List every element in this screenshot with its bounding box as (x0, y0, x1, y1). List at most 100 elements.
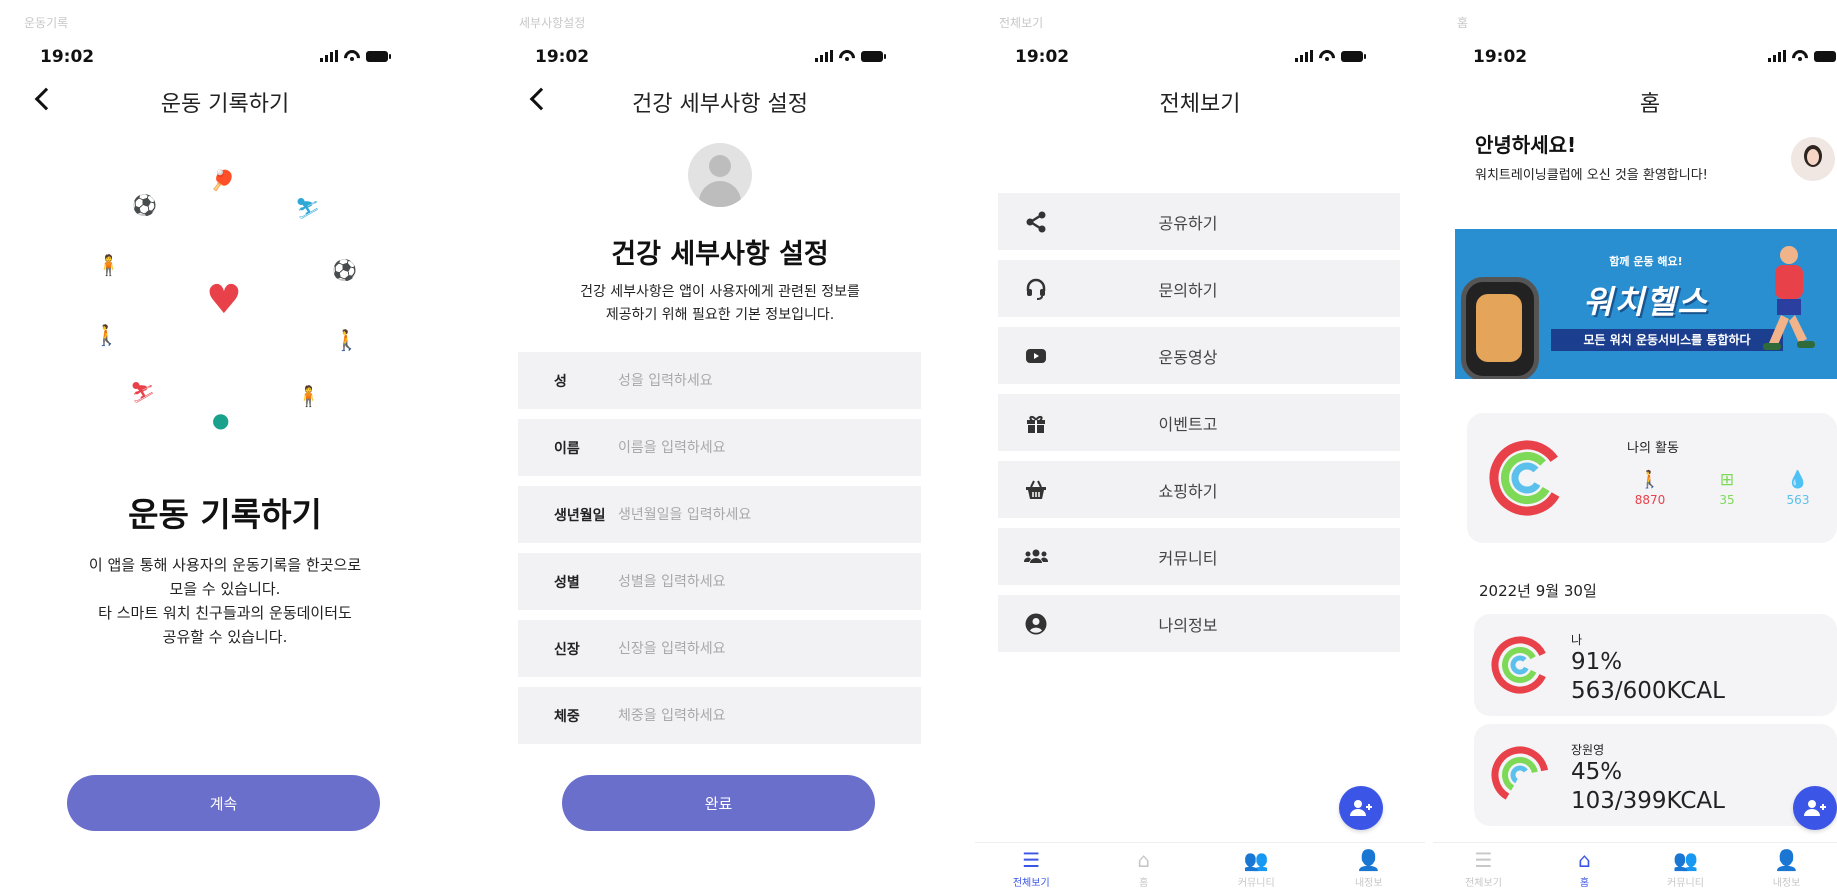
form-row-gender: 성별 (518, 553, 921, 610)
tab-community[interactable]: 👥 커뮤니티 (1200, 843, 1313, 896)
nav-title: 운동 기록하기 (160, 92, 290, 117)
gender-input[interactable] (618, 573, 878, 590)
wifi-icon (839, 50, 855, 62)
tab-label: 내정보 (1354, 878, 1383, 889)
first-name-input[interactable] (618, 439, 878, 456)
status-icons (815, 50, 886, 62)
tab-my-info[interactable]: 👤 내정보 (1736, 843, 1837, 896)
wifi-icon (344, 50, 360, 62)
add-friend-button[interactable] (1793, 786, 1837, 830)
person-icon: 🧍 (96, 253, 121, 277)
friend-info: 장원영 45% 103/399KCAL (1571, 741, 1725, 816)
description-line: 제공하기 위해 필요한 기본 정보입니다. (605, 307, 835, 323)
menu-item-share[interactable]: 공유하기 (998, 193, 1400, 250)
status-icons (1768, 50, 1836, 62)
frame-label: 운동기록 (24, 16, 69, 30)
tab-community[interactable]: 👥 커뮤니티 (1635, 843, 1736, 896)
screen-view-all: 전체보기 19:02 전체보기 공유하기 문의하기 운동영상 이벤트고 쇼핑하기 (975, 0, 1425, 896)
water-value: 563 (1786, 493, 1810, 507)
tab-label: 홈 (1139, 878, 1149, 889)
height-input[interactable] (618, 640, 878, 657)
basket-icon (1006, 478, 1066, 502)
tab-home[interactable]: ⌂ 홈 (1088, 843, 1201, 896)
form-row-birthdate: 생년월일 (518, 486, 921, 543)
signal-icon (815, 50, 833, 62)
menu-icon: ☰ (1022, 848, 1041, 872)
menu-item-my-info[interactable]: 나의정보 (998, 595, 1400, 652)
friend-rings (1491, 746, 1549, 804)
nav-title: 건강 세부사항 설정 (632, 92, 808, 117)
user-icon: 👤 (1356, 848, 1382, 872)
status-time: 19:02 (1473, 47, 1528, 67)
menu-item-community[interactable]: 커뮤니티 (998, 528, 1400, 585)
tab-view-all[interactable]: ☰ 전체보기 (1433, 843, 1534, 896)
add-friend-button[interactable] (1339, 786, 1383, 830)
menu-item-shopping[interactable]: 쇼핑하기 (998, 461, 1400, 518)
users-icon: 👥 (1243, 848, 1269, 872)
user-circle-icon (1006, 612, 1066, 636)
form-row-first-name: 이름 (518, 419, 921, 476)
menu-icon: ☰ (1474, 848, 1493, 872)
activity-title: 나의 활동 (1627, 441, 1679, 456)
birthdate-input[interactable] (618, 506, 878, 523)
field-label: 성별 (554, 574, 580, 591)
skiing-icon: ⛷ (130, 380, 156, 404)
tab-view-all[interactable]: ☰ 전체보기 (975, 843, 1088, 896)
status-icons (1295, 50, 1366, 62)
tab-label: 홈 (1579, 878, 1590, 889)
form-row-last-name: 성 (518, 352, 921, 409)
menu-item-label: 이벤트고 (1158, 414, 1218, 434)
friend-kcal: 103/399KCAL (1571, 788, 1725, 814)
field-label: 체중 (554, 708, 580, 725)
signal-icon (1768, 50, 1786, 62)
last-name-input[interactable] (618, 372, 878, 389)
form-row-height: 신장 (518, 620, 921, 677)
tab-home[interactable]: ⌂ 홈 (1534, 843, 1635, 896)
continue-button[interactable]: 계속 (67, 775, 380, 831)
menu-item-inquiry[interactable]: 문의하기 (998, 260, 1400, 317)
sports-icons-orbit: 🏓 ⚽ ⛷ 🧍 ⚽ ♥ 🚶 🚶 ⛷ 🧍 ● (70, 160, 380, 440)
friend-name: 나 (1571, 633, 1583, 647)
frame-label: 전체보기 (999, 16, 1044, 30)
wifi-icon (1319, 50, 1335, 62)
welcome-text: 워치트레이닝클럽에 오신 것을 환영합니다! (1475, 168, 1708, 183)
battery-icon (366, 51, 391, 62)
description: 이 앱을 통해 사용자의 운동기록을 한곳으로 모을 수 있습니다. 타 스마트… (0, 553, 450, 649)
headset-icon (1006, 277, 1066, 301)
description-line: 모을 수 있습니다. (169, 580, 281, 598)
water-drop-icon: 💧 (1787, 470, 1809, 490)
wifi-icon (1792, 50, 1808, 62)
workout-value: 35 (1719, 493, 1735, 507)
frame-label: 세부사항설정 (519, 16, 586, 30)
avatar-placeholder-icon[interactable] (688, 143, 752, 207)
field-label: 신장 (554, 641, 580, 658)
menu-item-label: 문의하기 (1158, 280, 1218, 300)
tab-bar: ☰ 전체보기 ⌂ 홈 👥 커뮤니티 👤 내정보 (1433, 842, 1837, 896)
field-label: 성 (554, 373, 567, 390)
battery-icon (861, 51, 886, 62)
add-user-icon (1350, 800, 1372, 816)
runner-illustration (1763, 246, 1815, 350)
workout-stat: ⊞ 35 (1697, 472, 1757, 508)
tab-label: 내정보 (1772, 878, 1801, 889)
nav-title: 홈 (1639, 92, 1661, 117)
description: 건강 세부사항은 앱이 사용자에게 관련된 정보를 제공하기 위해 필요한 기본… (495, 281, 945, 327)
profile-avatar[interactable] (1791, 137, 1835, 181)
form-row-weight: 체중 (518, 687, 921, 744)
friend-info: 나 91% 563/600KCAL (1571, 631, 1725, 706)
promo-banner[interactable]: 함께 운동 해요! 워치헬스 모든 워치 운동서비스를 통합하다 (1455, 229, 1837, 379)
signal-icon (320, 50, 338, 62)
weight-input[interactable] (618, 707, 878, 724)
ball-icon: ⚽ (332, 258, 357, 282)
tab-my-info[interactable]: 👤 내정보 (1313, 843, 1426, 896)
heart-pulse-icon: ♥ (206, 277, 242, 323)
menu-item-event[interactable]: 이벤트고 (998, 394, 1400, 451)
page-title: 운동 기록하기 (128, 495, 322, 534)
description-line: 이 앱을 통해 사용자의 운동기록을 한곳으로 (88, 556, 362, 574)
done-button[interactable]: 완료 (562, 775, 875, 831)
add-user-icon (1804, 800, 1826, 816)
menu-item-workout-video[interactable]: 운동영상 (998, 327, 1400, 384)
home-icon: ⌂ (1578, 848, 1591, 872)
screen-home: 홈 19:02 홈 안녕하세요! 워치트레이닝클럽에 오신 것을 환영합니다! … (1433, 0, 1837, 896)
home-icon: ⌂ (1137, 848, 1151, 872)
